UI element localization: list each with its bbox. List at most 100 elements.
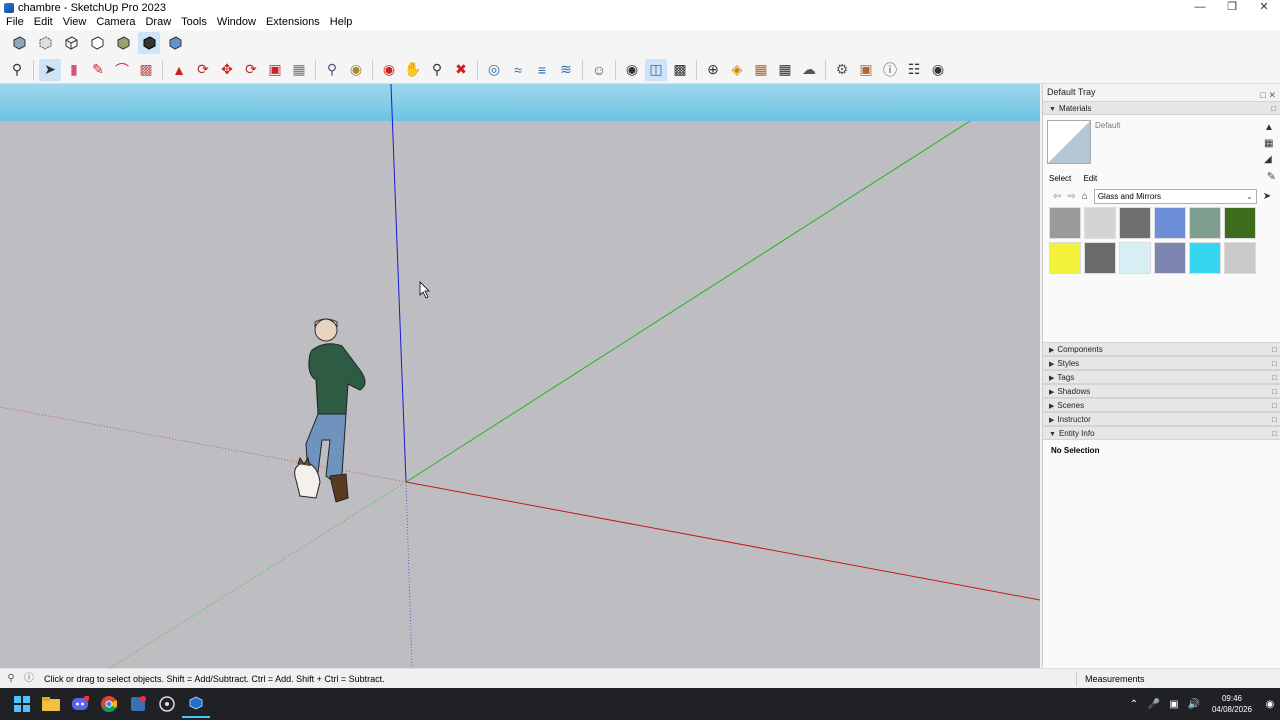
panel-shadows[interactable]: ▶ Shadows □ [1043, 384, 1280, 398]
home-icon[interactable]: ⌂ [1082, 191, 1088, 202]
microphone-icon[interactable]: 🎤 [1144, 699, 1164, 710]
material-swatch[interactable] [1049, 242, 1081, 274]
menu-edit[interactable]: Edit [28, 15, 57, 30]
details-arrow-icon[interactable]: ➤ [1263, 191, 1271, 202]
section-display-icon[interactable]: ≡ [531, 59, 553, 81]
panel-close-icon[interactable]: □ [1272, 427, 1277, 441]
material-swatch[interactable] [1119, 242, 1151, 274]
paint-bucket-icon[interactable]: ◉ [345, 59, 367, 81]
material-preview[interactable] [1047, 120, 1091, 164]
forward-arrow-icon[interactable]: ⇨ [1067, 191, 1075, 202]
pan-icon[interactable]: ✋ [402, 59, 424, 81]
measurements-box[interactable]: Measurements [1076, 672, 1280, 686]
scale-icon[interactable]: ▣ [264, 59, 286, 81]
info-icon[interactable]: ⓘ [879, 59, 901, 81]
section-plane-icon[interactable]: ◎ [483, 59, 505, 81]
rectangle-icon[interactable]: ▩ [135, 59, 157, 81]
zoom-extents-icon[interactable]: ✖ [450, 59, 472, 81]
menu-file[interactable]: File [0, 15, 28, 30]
extension-manager-icon[interactable]: ⊕ [702, 59, 724, 81]
material-swatch[interactable] [1189, 242, 1221, 274]
menu-help[interactable]: Help [324, 15, 357, 30]
chevron-up-icon[interactable]: ⌃ [1124, 699, 1144, 710]
panel-styles[interactable]: ▶ Styles □ [1043, 356, 1280, 370]
maximize-icon[interactable]: ❐ [1216, 0, 1248, 15]
panel-close-icon[interactable]: □ [1272, 371, 1277, 385]
file-explorer-icon[interactable] [37, 690, 65, 718]
material-swatch[interactable] [1224, 207, 1256, 239]
panel-close-icon[interactable]: □ [1272, 357, 1277, 371]
rotate-icon[interactable]: ⟳ [240, 59, 262, 81]
cloud-icon[interactable]: ☁ [798, 59, 820, 81]
clock[interactable]: 09:46 04/08/2026 [1212, 693, 1252, 715]
shaded-icon[interactable] [112, 32, 134, 54]
minimize-icon[interactable]: — [1184, 0, 1216, 15]
zoom-window-icon[interactable]: ⚲ [426, 59, 448, 81]
push-pull-icon[interactable]: ▲ [168, 59, 190, 81]
material-swatch[interactable] [1119, 207, 1151, 239]
model-viewport[interactable] [0, 84, 1040, 668]
panel-close-icon[interactable]: □ [1272, 343, 1277, 357]
shaded-textures-icon[interactable] [138, 32, 160, 54]
discord-icon[interactable] [66, 690, 94, 718]
material-swatch[interactable] [1154, 207, 1186, 239]
geo-location-icon[interactable]: ⚲ [4, 672, 18, 686]
panel-entity-info[interactable]: ▼ Entity Info □ [1043, 426, 1280, 440]
follow-me-icon[interactable]: ⟳ [192, 59, 214, 81]
panel-close-icon[interactable]: □ [1272, 399, 1277, 413]
cart-icon[interactable]: ☷ [903, 59, 925, 81]
collection-dropdown[interactable]: Glass and Mirrors ⌄ [1093, 188, 1257, 204]
tray-pin-icon[interactable]: □ [1261, 90, 1266, 100]
hidden-line-icon[interactable] [86, 32, 108, 54]
trimble-connect-icon[interactable]: ◈ [726, 59, 748, 81]
menu-view[interactable]: View [57, 15, 91, 30]
info-circle-icon[interactable]: ⓘ [22, 672, 36, 686]
menu-tools[interactable]: Tools [175, 15, 211, 30]
material-swatch[interactable] [1084, 207, 1116, 239]
eraser-icon[interactable]: ▮ [63, 59, 85, 81]
chrome-icon[interactable] [95, 690, 123, 718]
material-swatch[interactable] [1084, 242, 1116, 274]
outliner-icon[interactable]: ▦ [750, 59, 772, 81]
extension-warehouse-icon[interactable]: ◫ [645, 58, 667, 81]
user-icon[interactable]: ☺ [588, 59, 610, 81]
panel-components[interactable]: ▶ Components □ [1043, 342, 1280, 356]
preferences-icon[interactable]: ⚙ [831, 59, 853, 81]
tray-close-icon[interactable]: ✕ [1268, 90, 1276, 100]
offset-icon[interactable]: ▦ [288, 59, 310, 81]
panel-scenes[interactable]: ▶ Scenes □ [1043, 398, 1280, 412]
zoom-icon[interactable]: ⚲ [6, 59, 28, 81]
tab-edit[interactable]: Edit [1083, 174, 1097, 183]
menu-window[interactable]: Window [211, 15, 260, 30]
pencil-line-icon[interactable]: ✎ [87, 59, 109, 81]
create-material-icon[interactable]: ▲ [1264, 120, 1276, 136]
sketchup-icon[interactable] [182, 690, 210, 718]
speaker-icon[interactable]: 🔊 [1184, 699, 1204, 710]
section-cut-icon[interactable]: ≈ [507, 59, 529, 81]
monochrome-icon[interactable] [164, 32, 186, 54]
move-icon[interactable]: ✥ [216, 59, 238, 81]
notification-icon[interactable]: ◉ [1260, 699, 1280, 710]
back-arrow-icon[interactable]: ⇦ [1053, 191, 1061, 202]
app-icon[interactable] [124, 690, 152, 718]
panel-close-icon[interactable]: □ [1272, 385, 1277, 399]
material-swatch[interactable] [1189, 207, 1221, 239]
tape-measure-icon[interactable]: ⚲ [321, 59, 343, 81]
tab-select[interactable]: Select [1049, 174, 1071, 183]
wireframe-icon[interactable] [60, 32, 82, 54]
materials-panel-header[interactable]: ▼ Materials □ [1043, 101, 1280, 115]
select-icon[interactable]: ➤ [39, 58, 61, 81]
3d-warehouse-icon[interactable]: ◉ [621, 59, 643, 81]
material-name[interactable]: Default [1095, 121, 1120, 130]
menu-extensions[interactable]: Extensions [260, 15, 324, 30]
back-edges-icon[interactable] [34, 32, 56, 54]
components-icon[interactable]: ▦ [774, 59, 796, 81]
close-icon[interactable]: ✕ [1248, 0, 1280, 15]
obs-icon[interactable] [153, 690, 181, 718]
xray-icon[interactable] [8, 32, 30, 54]
material-swatch[interactable] [1154, 242, 1186, 274]
layout-icon[interactable]: ▩ [669, 59, 691, 81]
sample-paint-icon[interactable]: ✎ [1267, 170, 1276, 183]
panel-close-icon[interactable]: □ [1271, 102, 1276, 116]
arc-icon[interactable]: ⌒ [111, 59, 133, 81]
